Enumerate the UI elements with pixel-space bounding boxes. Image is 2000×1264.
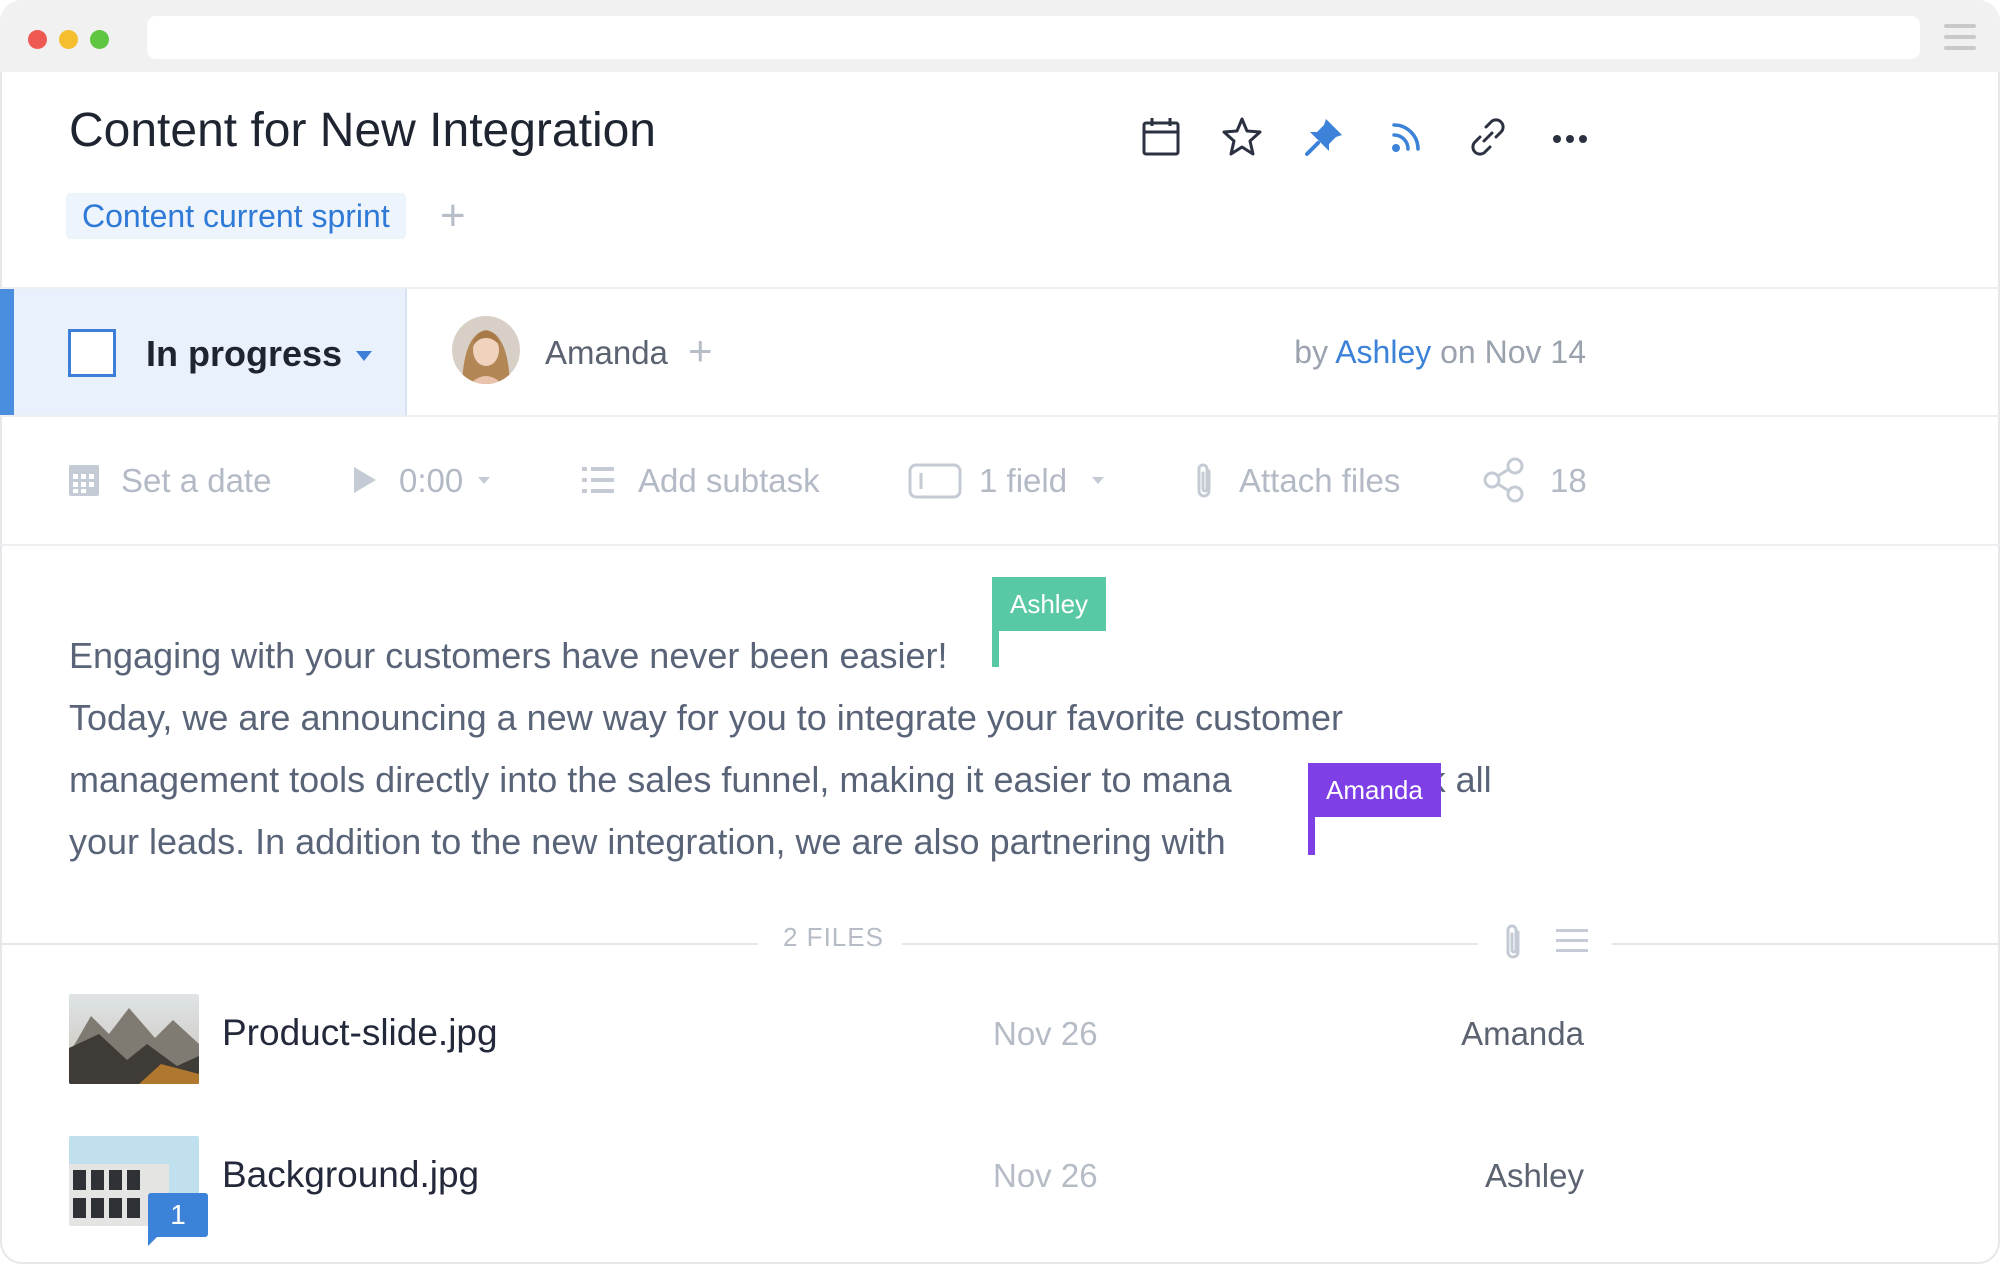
- comment-badge-tail: [148, 1234, 160, 1246]
- more-icon[interactable]: [1548, 115, 1592, 159]
- task-description[interactable]: Engaging with your customers have never …: [69, 625, 1589, 873]
- file-row[interactable]: Background.jpg Nov 26 Ashley: [0, 1127, 2000, 1227]
- link-icon[interactable]: [1466, 115, 1510, 159]
- calendar-grid-icon[interactable]: [68, 463, 100, 497]
- paperclip-icon[interactable]: [1193, 461, 1215, 501]
- minimize-window-dot[interactable]: [59, 30, 78, 49]
- share-count[interactable]: 18: [1550, 462, 1587, 500]
- add-assignee-icon[interactable]: +: [688, 330, 713, 372]
- collaborator-cursor-label: Amanda: [1308, 763, 1441, 817]
- description-line: your leads. In addition to the new integ…: [69, 821, 1226, 862]
- file-name[interactable]: Product-slide.jpg: [222, 1012, 498, 1054]
- file-owner: Ashley: [1484, 1157, 1584, 1194]
- subtask-list-icon[interactable]: [582, 466, 614, 494]
- list-tag[interactable]: Content current sprint: [66, 193, 406, 239]
- browser-chrome: [0, 0, 2000, 72]
- add-tag-icon[interactable]: +: [440, 194, 466, 238]
- rss-icon[interactable]: [1386, 115, 1430, 159]
- created-by: by Ashley on Nov 14: [1294, 334, 1586, 370]
- comment-count-badge[interactable]: 1: [148, 1193, 208, 1237]
- files-divider-left: [0, 943, 758, 945]
- task-title[interactable]: Content for New Integration: [69, 103, 656, 158]
- maximize-window-dot[interactable]: [90, 30, 109, 49]
- file-thumbnail[interactable]: [69, 994, 199, 1084]
- field-icon[interactable]: [908, 463, 962, 499]
- assignee-name[interactable]: Amanda: [545, 334, 668, 372]
- divider: [0, 415, 2000, 417]
- collaborator-cursor-label: Ashley: [992, 577, 1107, 631]
- files-count: 2 FILES: [783, 922, 884, 952]
- collaborator-cursor: [992, 625, 999, 667]
- author-link[interactable]: Ashley: [1335, 334, 1431, 370]
- star-icon[interactable]: [1220, 115, 1264, 159]
- menu-icon[interactable]: [1944, 24, 1976, 50]
- divider: [0, 544, 2000, 546]
- custom-field-button[interactable]: 1 field: [979, 462, 1067, 500]
- chevron-down-icon[interactable]: [1091, 476, 1105, 485]
- file-row[interactable]: Product-slide.jpg Nov 26 Amanda: [0, 985, 2000, 1085]
- files-divider-mid: [902, 943, 1478, 945]
- file-name[interactable]: Background.jpg: [222, 1154, 479, 1196]
- chevron-down-icon[interactable]: [356, 351, 372, 361]
- pin-icon[interactable]: [1302, 115, 1346, 159]
- description-line: Today, we are announcing a new way for y…: [69, 697, 1344, 738]
- files-divider-right: [1612, 943, 2000, 945]
- description-line: Engaging with your customers have never …: [69, 635, 948, 676]
- address-bar[interactable]: [147, 16, 1920, 59]
- avatar[interactable]: [452, 316, 520, 384]
- list-view-icon[interactable]: [1556, 928, 1588, 954]
- file-date: Nov 26: [993, 1015, 1098, 1052]
- collaborator-cursor: [1308, 810, 1315, 855]
- add-subtask-button[interactable]: Add subtask: [638, 462, 820, 500]
- calendar-icon[interactable]: [1140, 115, 1184, 159]
- set-date-button[interactable]: Set a date: [121, 462, 271, 500]
- attach-files-button[interactable]: Attach files: [1239, 462, 1400, 500]
- paperclip-icon[interactable]: [1502, 922, 1524, 962]
- file-owner: Amanda: [1461, 1015, 1584, 1052]
- chevron-down-icon[interactable]: [477, 476, 491, 485]
- play-icon[interactable]: [352, 465, 378, 495]
- timer-value[interactable]: 0:00: [399, 462, 463, 500]
- app-window: Content for New Integration Content curr…: [0, 0, 2000, 1264]
- complete-checkbox[interactable]: [68, 329, 116, 377]
- share-icon[interactable]: [1482, 457, 1526, 503]
- status-label[interactable]: In progress: [146, 333, 342, 375]
- file-date: Nov 26: [993, 1157, 1098, 1194]
- close-window-dot[interactable]: [28, 30, 47, 49]
